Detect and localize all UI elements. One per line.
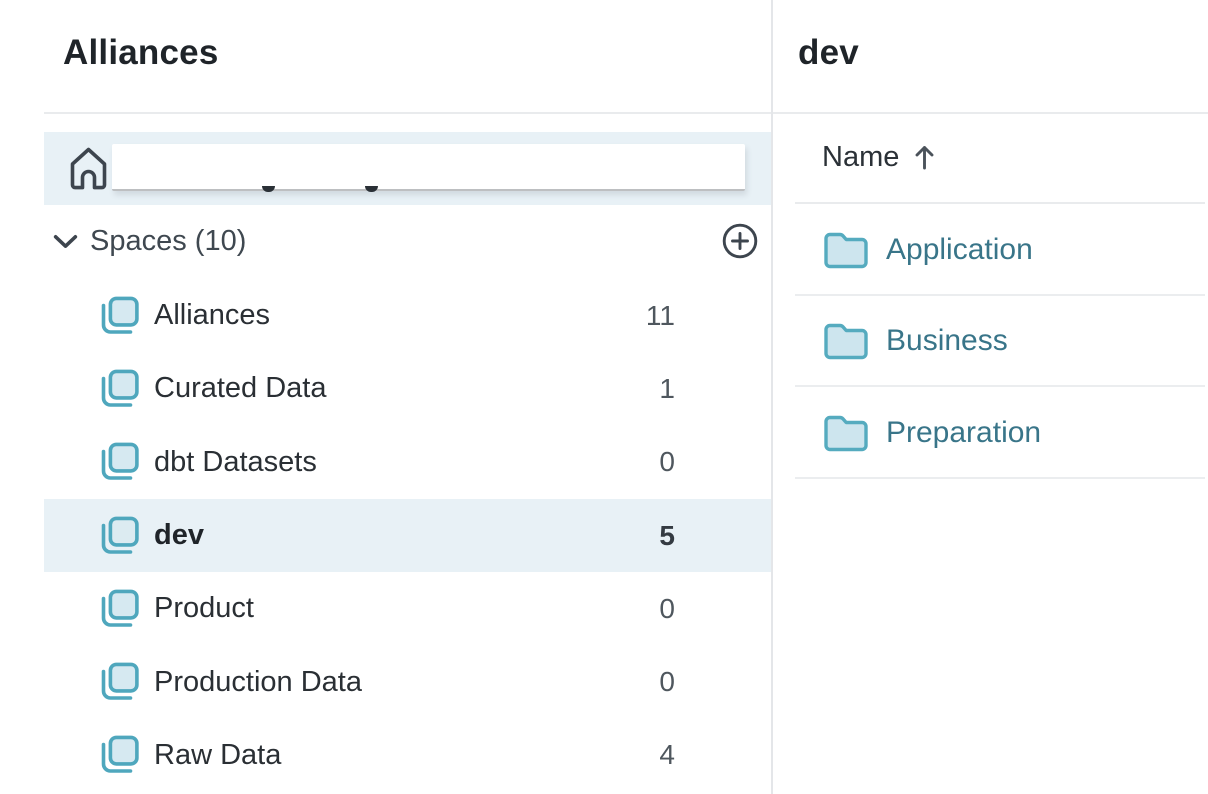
space-item-label: Alliances [154, 299, 270, 332]
space-item-dev[interactable]: dev 5 [44, 499, 771, 572]
name-column-label: Name [822, 141, 899, 174]
space-item-count: 0 [659, 593, 675, 625]
spaces-collapse-toggle[interactable] [50, 226, 80, 256]
folder-link[interactable]: Application [886, 233, 1033, 267]
folder-link[interactable]: Business [886, 324, 1008, 358]
space-item-raw-data[interactable]: Raw Data 4 [44, 719, 771, 792]
redacted-text-remnant [262, 186, 275, 192]
plus-circle-icon [721, 222, 759, 260]
folder-link[interactable]: Preparation [886, 416, 1041, 450]
spaces-section-header: Spaces (10) [44, 205, 771, 277]
left-panel-title: Alliances [63, 33, 219, 73]
table-header-name[interactable]: Name [822, 139, 935, 175]
folder-icon [823, 322, 869, 360]
left-panel-divider [44, 112, 771, 114]
right-panel-divider [773, 112, 1208, 114]
spaces-icon [98, 733, 142, 777]
space-item-label: dbt Datasets [154, 446, 317, 479]
redacted-text-remnant [365, 186, 378, 192]
home-icon [68, 145, 109, 192]
home-nav-item[interactable] [44, 132, 771, 205]
spaces-section-label: Spaces (10) [90, 225, 246, 258]
space-item-label: Production Data [154, 666, 362, 699]
spaces-icon [98, 440, 142, 484]
folder-icon [823, 414, 869, 452]
space-item-production-data[interactable]: Production Data 0 [44, 645, 771, 718]
folder-icon [823, 231, 869, 269]
space-item-count: 0 [659, 446, 675, 478]
space-item-product[interactable]: Product 0 [44, 572, 771, 645]
table-row[interactable]: Preparation [773, 387, 1208, 479]
space-item-label: dev [154, 519, 204, 552]
redacted-label-overlay [112, 144, 745, 191]
space-item-label: Product [154, 592, 254, 625]
space-item-dbt-datasets[interactable]: dbt Datasets 0 [44, 426, 771, 499]
space-item-count: 4 [659, 739, 675, 771]
space-item-count: 0 [659, 666, 675, 698]
spaces-icon [98, 587, 142, 631]
space-item-alliances[interactable]: Alliances 11 [44, 279, 771, 352]
space-item-count: 1 [659, 373, 675, 405]
arrow-up-icon [914, 144, 935, 170]
space-item-count: 5 [659, 520, 675, 552]
space-item-count: 11 [646, 300, 675, 332]
table-row[interactable]: Business [773, 296, 1208, 388]
spaces-icon [98, 514, 142, 558]
add-space-button[interactable] [721, 222, 759, 260]
table-row[interactable]: Application [773, 204, 1208, 296]
space-item-label: Curated Data [154, 372, 327, 405]
space-item-curated-data[interactable]: Curated Data 1 [44, 352, 771, 425]
spaces-icon [98, 294, 142, 338]
spaces-icon [98, 367, 142, 411]
app-window: Alliances Spaces (10) [0, 0, 1208, 794]
spaces-list: Alliances 11 Curated Data 1 dbt Datasets… [44, 279, 771, 792]
folder-table: Application Business Preparation [773, 204, 1208, 479]
chevron-down-icon [53, 234, 78, 249]
spaces-icon [98, 660, 142, 704]
right-panel-title: dev [798, 33, 859, 73]
space-item-label: Raw Data [154, 739, 281, 772]
